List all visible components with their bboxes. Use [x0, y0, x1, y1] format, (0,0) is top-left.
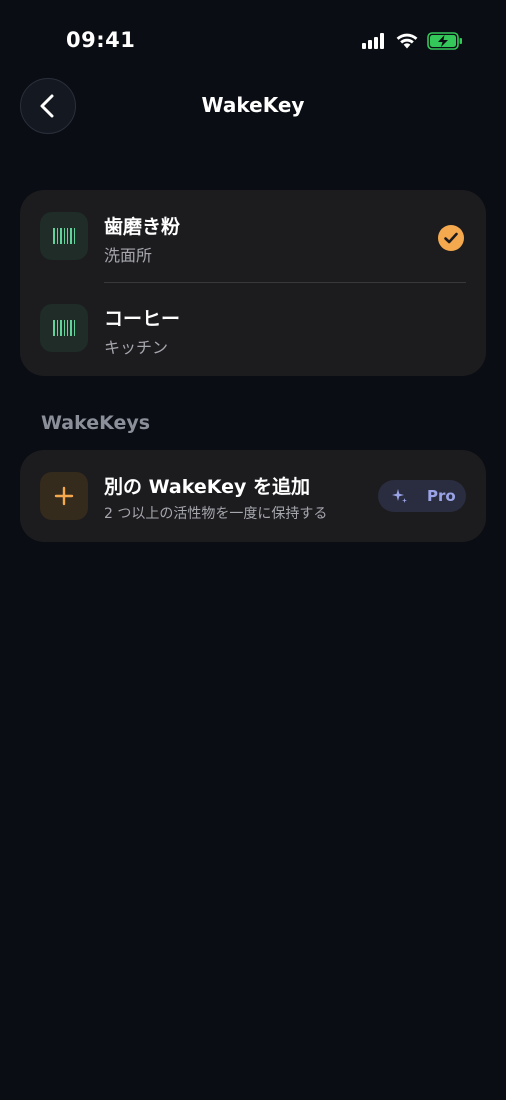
checkmark-icon: [438, 225, 464, 251]
add-wakekey-subtitle: 2 つ以上の活性物を一度に保持する: [104, 506, 328, 522]
pro-badge: Pro: [378, 480, 466, 512]
item-location: 洗面所: [104, 246, 153, 265]
add-wakekey-button[interactable]: 別の WakeKey を追加 2 つ以上の活性物を一度に保持する Pro: [20, 450, 486, 542]
plus-icon: [40, 472, 88, 520]
section-label: WakeKeys: [41, 412, 151, 434]
screen: 09:41 WakeKey 歯磨き粉 洗面所 コーヒー キッチン WakeKey…: [0, 0, 506, 1100]
wakekey-item-toothpaste[interactable]: 歯磨き粉 洗面所: [20, 190, 486, 282]
cellular-signal-icon: [362, 33, 388, 49]
barcode-icon: [40, 212, 88, 260]
status-bar: 09:41: [0, 0, 506, 80]
battery-charging-icon: [427, 32, 462, 50]
add-wakekey-title: 別の WakeKey を追加: [104, 476, 311, 498]
item-title: コーヒー: [104, 308, 181, 330]
barcode-icon: [40, 304, 88, 352]
page-title: WakeKey: [201, 93, 305, 117]
item-location: キッチン: [104, 338, 169, 357]
wakekey-list-card: 歯磨き粉 洗面所 コーヒー キッチン: [20, 190, 486, 376]
sparkle-icon: [392, 489, 407, 503]
item-title: 歯磨き粉: [104, 216, 181, 238]
pro-label: Pro: [427, 487, 456, 505]
wakekey-item-coffee[interactable]: コーヒー キッチン: [20, 282, 486, 374]
status-time: 09:41: [66, 28, 136, 52]
wifi-icon: [396, 33, 418, 49]
